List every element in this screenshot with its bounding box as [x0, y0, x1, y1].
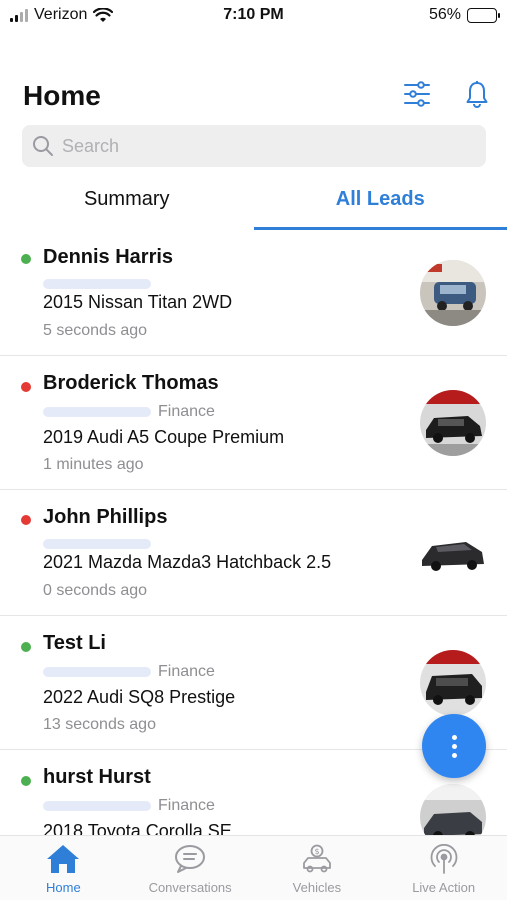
lead-vehicle: 2022 Audi SQ8 Prestige [43, 687, 236, 707]
status-bar: Verizon 7:10 PM 56% [0, 0, 507, 32]
home-icon [47, 845, 80, 873]
lead-contact-placeholder [43, 279, 151, 289]
lead-vehicle: 2019 Audi A5 Coupe Premium [43, 427, 285, 447]
chat-icon [175, 845, 206, 873]
search-icon [33, 136, 53, 156]
lead-time: 1 minutes ago [43, 456, 144, 473]
sliders-icon[interactable] [401, 78, 433, 110]
broadcast-icon [430, 844, 457, 874]
tab-summary[interactable]: Summary [0, 172, 254, 230]
lead-time: 5 seconds ago [43, 322, 148, 339]
lead-contact-placeholder [43, 407, 151, 417]
search-input[interactable] [62, 135, 462, 157]
status-dot [21, 776, 31, 786]
tab-vehicles[interactable]: $ Vehicles [254, 836, 381, 900]
tab-home-label: Home [46, 880, 81, 895]
lead-contact-placeholder [43, 801, 151, 811]
battery-icon [467, 7, 500, 23]
more-vertical-icon [451, 734, 457, 740]
lead-contact-placeholder [43, 667, 151, 677]
search-bar[interactable] [22, 125, 486, 167]
svg-text:$: $ [314, 847, 319, 856]
tab-live-action-label: Live Action [412, 880, 476, 895]
lead-row[interactable]: John Phillips 2021 Mazda Mazda3 Hatchbac… [0, 490, 507, 616]
lead-tag: Finance [158, 797, 215, 814]
lead-name: Dennis Harris [43, 246, 174, 268]
status-dot [21, 382, 31, 392]
vehicle-thumbnail[interactable] [420, 260, 486, 326]
battery-percent: 56% [428, 6, 461, 23]
car-dollar-icon: $ [302, 844, 331, 873]
lead-vehicle: 2021 Mazda Mazda3 Hatchback 2.5 [43, 552, 332, 572]
tab-conversations[interactable]: Conversations [127, 836, 254, 900]
status-dot [21, 642, 31, 652]
lead-tabs: Summary All Leads [0, 172, 507, 230]
tab-vehicles-label: Vehicles [292, 880, 342, 895]
lead-vehicle: 2015 Nissan Titan 2WD [43, 292, 233, 312]
bell-icon[interactable] [461, 78, 493, 110]
lead-vehicle: 2018 Toyota Corolla SE [43, 821, 232, 835]
lead-contact-placeholder [43, 539, 151, 549]
lead-tag: Finance [158, 403, 215, 420]
vehicle-thumbnail[interactable] [420, 650, 486, 716]
lead-tag: Finance [158, 663, 215, 680]
status-dot [21, 254, 31, 264]
lead-row[interactable]: Broderick Thomas Finance 2019 Audi A5 Co… [0, 356, 507, 490]
lead-name: hurst Hurst [43, 766, 151, 788]
vehicle-thumbnail[interactable] [420, 390, 486, 456]
lead-row[interactable]: Dennis Harris 2015 Nissan Titan 2WD 5 se… [0, 230, 507, 356]
tab-conversations-label: Conversations [148, 880, 232, 895]
lead-time: 13 seconds ago [43, 716, 156, 733]
lead-name: Broderick Thomas [43, 372, 219, 394]
lead-name: John Phillips [43, 506, 168, 528]
bottom-tab-bar: Home Conversations $ Vehicles Live Actio… [0, 835, 507, 900]
tab-all-leads[interactable]: All Leads [253, 172, 507, 230]
lead-time: 0 seconds ago [43, 582, 148, 599]
page-title: Home [23, 80, 101, 111]
vehicle-thumbnail[interactable] [420, 520, 486, 586]
tab-live-action[interactable]: Live Action [380, 836, 507, 900]
more-actions-button[interactable] [422, 714, 486, 778]
lead-name: Test Li [43, 632, 106, 654]
status-dot [21, 515, 31, 525]
vehicle-thumbnail[interactable] [420, 784, 486, 835]
tab-home[interactable]: Home [0, 836, 127, 900]
